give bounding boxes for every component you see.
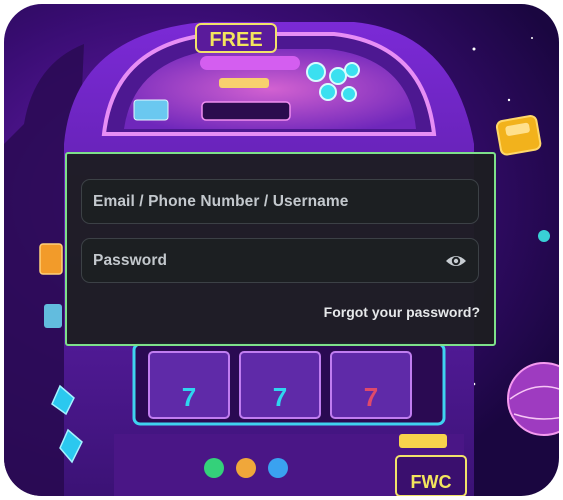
login-form-panel: Forgot your password? [65, 152, 496, 346]
svg-text:7: 7 [364, 382, 378, 412]
email-phone-username-input[interactable] [91, 180, 478, 223]
password-input[interactable] [91, 239, 478, 282]
forgot-password-link[interactable]: Forgot your password? [324, 304, 480, 320]
svg-text:FREE: FREE [209, 29, 262, 51]
email-field-container [81, 179, 479, 224]
svg-text:FWC: FWC [411, 472, 452, 492]
show-password-eye-icon[interactable] [444, 251, 468, 271]
login-modal-frame: FREE 7 7 7 FWC Email / Phone Number / Us… [4, 4, 559, 496]
password-field-container [81, 238, 479, 283]
svg-text:7: 7 [273, 382, 287, 412]
svg-text:7: 7 [182, 382, 196, 412]
